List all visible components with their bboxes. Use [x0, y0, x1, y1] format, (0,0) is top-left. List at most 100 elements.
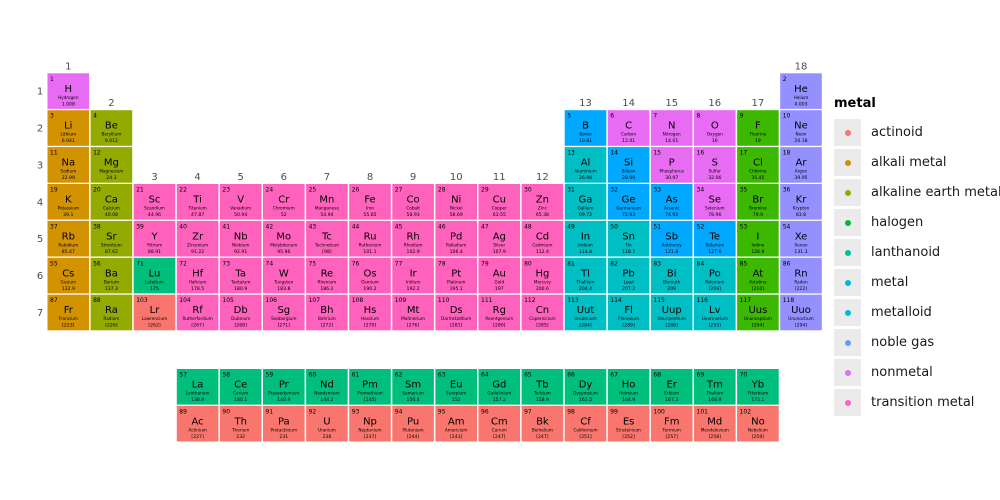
atomic-number: 49: [567, 223, 575, 230]
atomic-number: 71: [136, 260, 144, 267]
element-symbol: Xe: [795, 231, 808, 242]
atomic-number: 42: [266, 223, 274, 230]
element-symbol: Cl: [753, 158, 763, 169]
legend-item: noble gas: [834, 328, 1000, 358]
element-symbol: Eu: [450, 380, 463, 391]
element-symbol: V: [237, 195, 244, 206]
atomic-mass: 238: [323, 434, 332, 440]
element-symbol: Cn: [536, 305, 549, 316]
element-name: Tungsten: [273, 279, 293, 284]
element-name: Samarium: [402, 391, 424, 396]
element-symbol: B: [582, 121, 589, 132]
element-name: Einsteinium: [616, 427, 641, 432]
atomic-mass: [294]: [795, 323, 808, 329]
atomic-mass: 231: [279, 434, 288, 440]
element-symbol: Cs: [62, 268, 74, 279]
group-tick-label: 7: [324, 172, 330, 183]
group-tick-label: 14: [622, 98, 635, 109]
atomic-mass: 63.55: [493, 212, 506, 218]
element-name: Yttrium: [146, 242, 162, 247]
atomic-number: 20: [93, 187, 101, 194]
element-name: Ytterbium: [747, 391, 769, 396]
atomic-number: 61: [352, 372, 360, 379]
atomic-number: 115: [653, 297, 665, 304]
element-name: Fluorine: [749, 132, 766, 137]
element-name: Actinium: [188, 427, 206, 432]
element-name: Rhodium: [404, 242, 423, 247]
element-symbol: Rh: [406, 231, 419, 242]
atomic-number: 66: [567, 372, 575, 379]
group-tick-label: 4: [194, 172, 200, 183]
element-symbol: Ca: [105, 195, 118, 206]
atomic-mass: 85.47: [62, 249, 75, 255]
element-name: Mercury: [534, 279, 551, 284]
atomic-mass: 131.3: [794, 249, 807, 255]
element-symbol: N: [668, 121, 675, 132]
atomic-number: 24: [266, 187, 274, 194]
period-tick-label: 3: [37, 160, 43, 171]
atomic-mass: 69.72: [579, 212, 592, 218]
atomic-mass: 92.91: [234, 249, 247, 255]
element-symbol: Tl: [580, 268, 590, 279]
atomic-mass: [237]: [364, 434, 377, 440]
atomic-number: 50: [610, 223, 618, 230]
element-name: Fermium: [663, 427, 681, 432]
element-symbol: Na: [61, 158, 75, 169]
element-name: Mendelevium: [701, 427, 729, 432]
element-symbol: F: [755, 121, 761, 132]
element-name: Helium: [794, 95, 809, 100]
atomic-mass: [247]: [493, 434, 506, 440]
atomic-mass: 101.1: [363, 249, 376, 255]
element-name: Roentgenium: [485, 316, 513, 321]
atomic-number: 54: [783, 223, 791, 230]
atomic-number: 21: [136, 187, 144, 194]
legend-key: [834, 209, 861, 236]
atomic-mass: [98]: [322, 249, 332, 255]
atomic-number: 2: [783, 76, 787, 83]
atomic-number: 82: [610, 260, 618, 267]
atomic-mass: 44.96: [148, 212, 161, 218]
atomic-number: 28: [438, 187, 446, 194]
atomic-number: 100: [653, 408, 665, 415]
atomic-mass: 178.5: [191, 286, 204, 292]
element-name: Iron: [366, 206, 374, 211]
element-name: Rutherfordium: [182, 316, 212, 321]
element-symbol: Zn: [536, 195, 549, 206]
legend-label: nonmetal: [871, 365, 933, 380]
element-name: Vanadium: [230, 206, 251, 211]
atomic-mass: 140.1: [234, 397, 247, 403]
atomic-number: 27: [395, 187, 403, 194]
legend-dot: [845, 280, 851, 286]
atomic-number: 9: [740, 113, 744, 120]
element-symbol: Ga: [579, 195, 593, 206]
atomic-number: 34: [697, 187, 705, 194]
atomic-mass: [226]: [105, 323, 118, 329]
atomic-number: 14: [610, 150, 618, 157]
atomic-number: 102: [740, 408, 752, 415]
atomic-number: 113: [567, 297, 579, 304]
element-name: Selenium: [705, 206, 725, 211]
group-tick-label: 5: [238, 172, 244, 183]
element-symbol: Se: [709, 195, 722, 206]
element-name: Flerovium: [618, 316, 639, 321]
element-symbol: S: [712, 158, 718, 169]
element-name: Hydrogen: [58, 95, 79, 100]
element-symbol: Pb: [622, 268, 634, 279]
atomic-number: 46: [438, 223, 446, 230]
element-name: Radon: [794, 279, 808, 284]
element-symbol: Lv: [709, 305, 721, 316]
atomic-mass: [268]: [235, 323, 248, 329]
atomic-mass: 22.99: [62, 175, 75, 181]
atomic-number: 19: [50, 187, 58, 194]
atomic-number: 3: [50, 113, 54, 120]
atomic-mass: 144.2: [320, 397, 333, 403]
element-symbol: Am: [448, 416, 465, 427]
atomic-number: 29: [481, 187, 489, 194]
group-tick-label: 2: [108, 98, 114, 109]
atomic-mass: 58.93: [407, 212, 420, 218]
element-symbol: Ir: [410, 268, 418, 279]
element-name: Sodium: [60, 169, 76, 174]
atomic-number: 23: [222, 187, 230, 194]
element-name: Molybdenum: [270, 242, 297, 247]
atomic-number: 15: [653, 150, 661, 157]
